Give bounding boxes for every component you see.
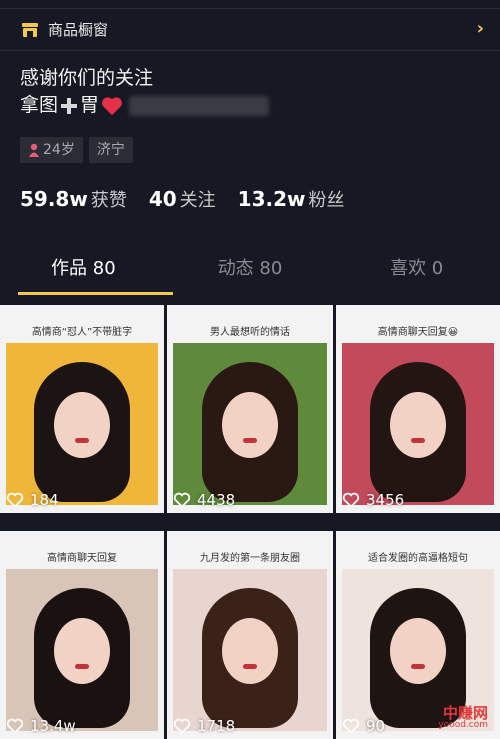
post-likes: 3456 bbox=[342, 491, 404, 509]
post-card[interactable]: 男人最想听的情话 4438 bbox=[167, 305, 333, 513]
post-title: 适合发圈的高逼格短句 bbox=[368, 553, 468, 564]
profile-stats: 59.8w 获赞 40 关注 13.2w 粉丝 bbox=[20, 186, 345, 212]
location-tag: 济宁 bbox=[88, 137, 133, 163]
blurred-contact bbox=[129, 95, 270, 116]
bio-line-1: 感谢你们的关注 bbox=[20, 67, 154, 89]
followers-count: 13.2w bbox=[237, 187, 306, 211]
location-label: 济宁 bbox=[96, 142, 125, 158]
post-thumbnail bbox=[173, 569, 327, 731]
post-thumbnail bbox=[342, 343, 494, 505]
tab-activity[interactable]: 动态 80 bbox=[167, 250, 334, 295]
posts-grid: 高情商“怼人”不带脏字 184 男人最想听的情话 4438 高情商聊天回复😀 3… bbox=[0, 305, 500, 739]
post-card[interactable]: 高情商聊天回复😀 3456 bbox=[336, 305, 500, 513]
site-watermark: 中赚网 yoood.com bbox=[438, 704, 488, 731]
plus-icon bbox=[60, 97, 78, 115]
age-label: 24岁 bbox=[43, 142, 75, 158]
like-heart-icon bbox=[342, 718, 360, 734]
bio-line-2-prefix: 拿图 bbox=[20, 94, 59, 116]
like-heart-icon bbox=[342, 492, 360, 508]
tab-liked[interactable]: 喜欢 0 bbox=[333, 250, 500, 295]
shop-window-label: 商品橱窗 bbox=[48, 21, 109, 39]
post-likes: 90 bbox=[342, 717, 385, 735]
post-likes-count: 13.4w bbox=[30, 717, 76, 735]
like-heart-icon bbox=[173, 718, 191, 734]
post-likes: 4438 bbox=[173, 491, 235, 509]
post-likes: 1718 bbox=[173, 717, 235, 735]
post-title: 高情商聊天回复 bbox=[47, 553, 117, 564]
following-count: 40 bbox=[148, 187, 177, 211]
post-thumbnail bbox=[6, 569, 158, 731]
chevron-right-icon: › bbox=[476, 18, 484, 39]
post-thumbnail bbox=[6, 343, 158, 505]
tab-works[interactable]: 作品 80 bbox=[0, 250, 167, 295]
heart-icon bbox=[102, 96, 122, 115]
bio-line-2-suffix: 胃 bbox=[80, 94, 100, 116]
post-title: 男人最想听的情话 bbox=[210, 327, 290, 338]
post-card[interactable]: 高情商“怼人”不带脏字 184 bbox=[0, 305, 164, 513]
female-icon bbox=[29, 143, 39, 157]
post-card[interactable]: 高情商聊天回复 13.4w bbox=[0, 531, 164, 739]
following-label: 关注 bbox=[179, 190, 216, 211]
post-title: 高情商“怼人”不带脏字 bbox=[31, 327, 133, 338]
post-title: 高情商聊天回复😀 bbox=[377, 327, 459, 338]
post-likes-count: 90 bbox=[366, 717, 386, 735]
watermark-main: 中赚网 bbox=[442, 704, 488, 722]
post-likes-count: 4438 bbox=[197, 491, 236, 509]
watermark-sub: yoood.com bbox=[438, 720, 488, 730]
shop-window-bar[interactable]: 商品橱窗 › bbox=[0, 8, 500, 51]
active-tab-indicator bbox=[18, 292, 173, 295]
likes-label: 获赞 bbox=[90, 190, 127, 211]
post-likes-count: 184 bbox=[30, 491, 59, 509]
post-likes-count: 1718 bbox=[197, 717, 236, 735]
like-heart-icon bbox=[6, 718, 24, 734]
post-thumbnail bbox=[173, 343, 327, 505]
bio-line-2: 拿图 胃 bbox=[20, 92, 270, 119]
followers-label: 粉丝 bbox=[308, 190, 345, 211]
profile-bio: 感谢你们的关注 拿图 胃 bbox=[20, 65, 270, 119]
post-likes: 184 bbox=[6, 491, 59, 509]
post-title: 九月发的第一条朋友圈 bbox=[200, 553, 300, 564]
profile-tabs: 作品 80 动态 80 喜欢 0 bbox=[0, 250, 500, 295]
post-card[interactable]: 九月发的第一条朋友圈 1718 bbox=[167, 531, 333, 739]
likes-count: 59.8w bbox=[20, 187, 88, 211]
likes-stat[interactable]: 59.8w 获赞 bbox=[20, 186, 127, 212]
following-stat[interactable]: 40 关注 bbox=[149, 186, 216, 212]
like-heart-icon bbox=[6, 492, 24, 508]
shop-icon bbox=[22, 22, 38, 37]
post-likes: 13.4w bbox=[6, 717, 76, 735]
profile-tags: 24岁 济宁 bbox=[20, 137, 133, 163]
followers-stat[interactable]: 13.2w 粉丝 bbox=[238, 186, 345, 212]
age-tag: 24岁 bbox=[20, 137, 83, 163]
like-heart-icon bbox=[173, 492, 191, 508]
post-likes-count: 3456 bbox=[366, 491, 405, 509]
